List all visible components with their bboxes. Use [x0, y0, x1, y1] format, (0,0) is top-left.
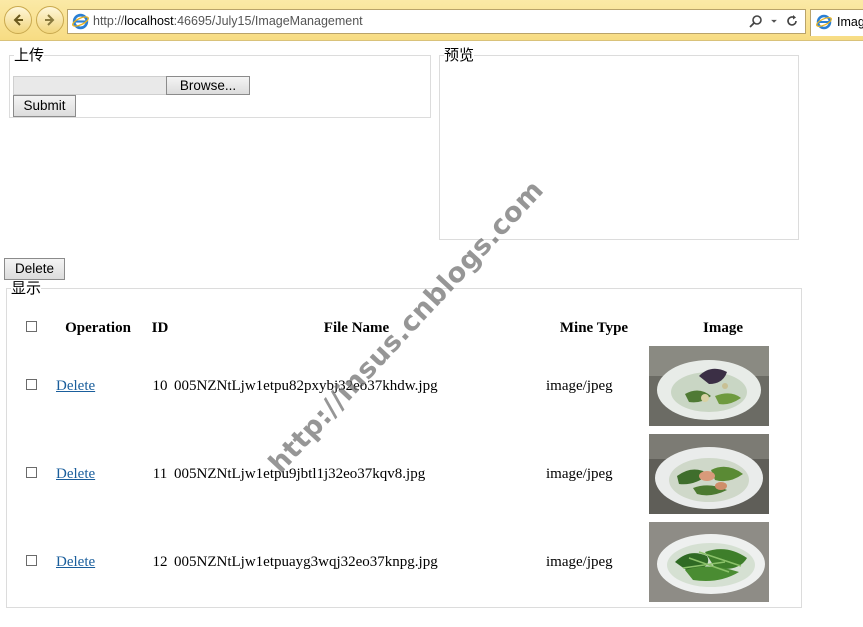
dish-thumbnail [649, 346, 769, 426]
delete-link[interactable]: Delete [56, 466, 95, 482]
col-id: ID [151, 319, 169, 336]
mime-type-cell: image/jpeg [546, 377, 613, 394]
dish-thumbnail [649, 522, 769, 602]
file-name-cell: 005NZNtLjw1etpuayg3wqj32eo37knpg.jpg [174, 553, 438, 570]
table-row: Delete 12 005NZNtLjw1etpuayg3wqj32eo37kn… [13, 518, 798, 606]
row-checkbox[interactable] [25, 554, 37, 566]
col-operation: Operation [65, 319, 131, 336]
select-all-checkbox[interactable] [25, 320, 37, 332]
preview-legend: 预览 [444, 46, 475, 64]
col-file-name: File Name [323, 319, 390, 336]
image-cell [648, 342, 798, 430]
table-row: Delete 11 005NZNtLjw1etpu9jbtl1j32eo37kq… [13, 430, 798, 518]
table-header-row: Operation ID File Name Mine Type Image [13, 314, 798, 342]
id-cell: 11 [152, 465, 168, 482]
browser-toolbar: http://localhost:46695/July15/ImageManag… [0, 0, 863, 41]
tab-title: Imag [837, 15, 863, 29]
select-all-cell [13, 314, 49, 342]
row-checkbox[interactable] [25, 378, 37, 390]
file-name-cell: 005NZNtLjw1etpu82pxybj32eo37khdw.jpg [174, 377, 438, 394]
ie-logo-icon [72, 13, 89, 30]
ie-logo-icon [816, 14, 832, 30]
preview-panel: 预览 [439, 48, 799, 240]
row-checkbox[interactable] [25, 466, 37, 478]
row-select-cell [13, 342, 49, 430]
dish-thumbnail [649, 434, 769, 514]
chevron-down-icon[interactable] [770, 14, 778, 28]
browser-tab[interactable]: Imag [810, 9, 863, 36]
delete-link[interactable]: Delete [56, 554, 95, 570]
col-mime-type: Mine Type [559, 319, 629, 336]
operation-cell: Delete [49, 518, 147, 606]
display-legend: 显示 [11, 279, 42, 297]
browse-button[interactable]: Browse... [166, 76, 250, 95]
row-select-cell [13, 518, 49, 606]
id-cell: 10 [152, 377, 168, 394]
arrow-right-icon [45, 14, 55, 26]
upload-panel: 上传 Browse... Submit [9, 48, 431, 118]
back-button[interactable] [4, 6, 32, 34]
image-table: Operation ID File Name Mine Type Image D… [13, 314, 798, 606]
forward-button[interactable] [36, 6, 64, 34]
display-panel: 显示 Operation ID File Name Mine Type Imag… [6, 281, 802, 608]
arrow-left-icon [13, 14, 23, 26]
operation-cell: Delete [49, 430, 147, 518]
address-url: http://localhost:46695/July15/ImageManag… [93, 14, 363, 28]
delete-link[interactable]: Delete [56, 378, 95, 394]
id-cell: 12 [152, 553, 168, 570]
image-cell [648, 430, 798, 518]
mime-type-cell: image/jpeg [546, 465, 613, 482]
row-select-cell [13, 430, 49, 518]
address-bar[interactable]: http://localhost:46695/July15/ImageManag… [67, 9, 806, 34]
submit-button[interactable]: Submit [13, 95, 76, 117]
file-name-cell: 005NZNtLjw1etpu9jbtl1j32eo37kqv8.jpg [174, 465, 426, 482]
image-cell [648, 518, 798, 606]
delete-selected-button[interactable]: Delete [4, 258, 65, 280]
col-image: Image [703, 319, 743, 336]
mime-type-cell: image/jpeg [546, 553, 613, 570]
search-icon[interactable] [749, 14, 763, 28]
table-row: Delete 10 005NZNtLjw1etpu82pxybj32eo37kh… [13, 342, 798, 430]
refresh-icon[interactable] [785, 14, 799, 28]
file-path-input[interactable] [13, 76, 168, 95]
operation-cell: Delete [49, 342, 147, 430]
upload-legend: 上传 [14, 46, 45, 64]
